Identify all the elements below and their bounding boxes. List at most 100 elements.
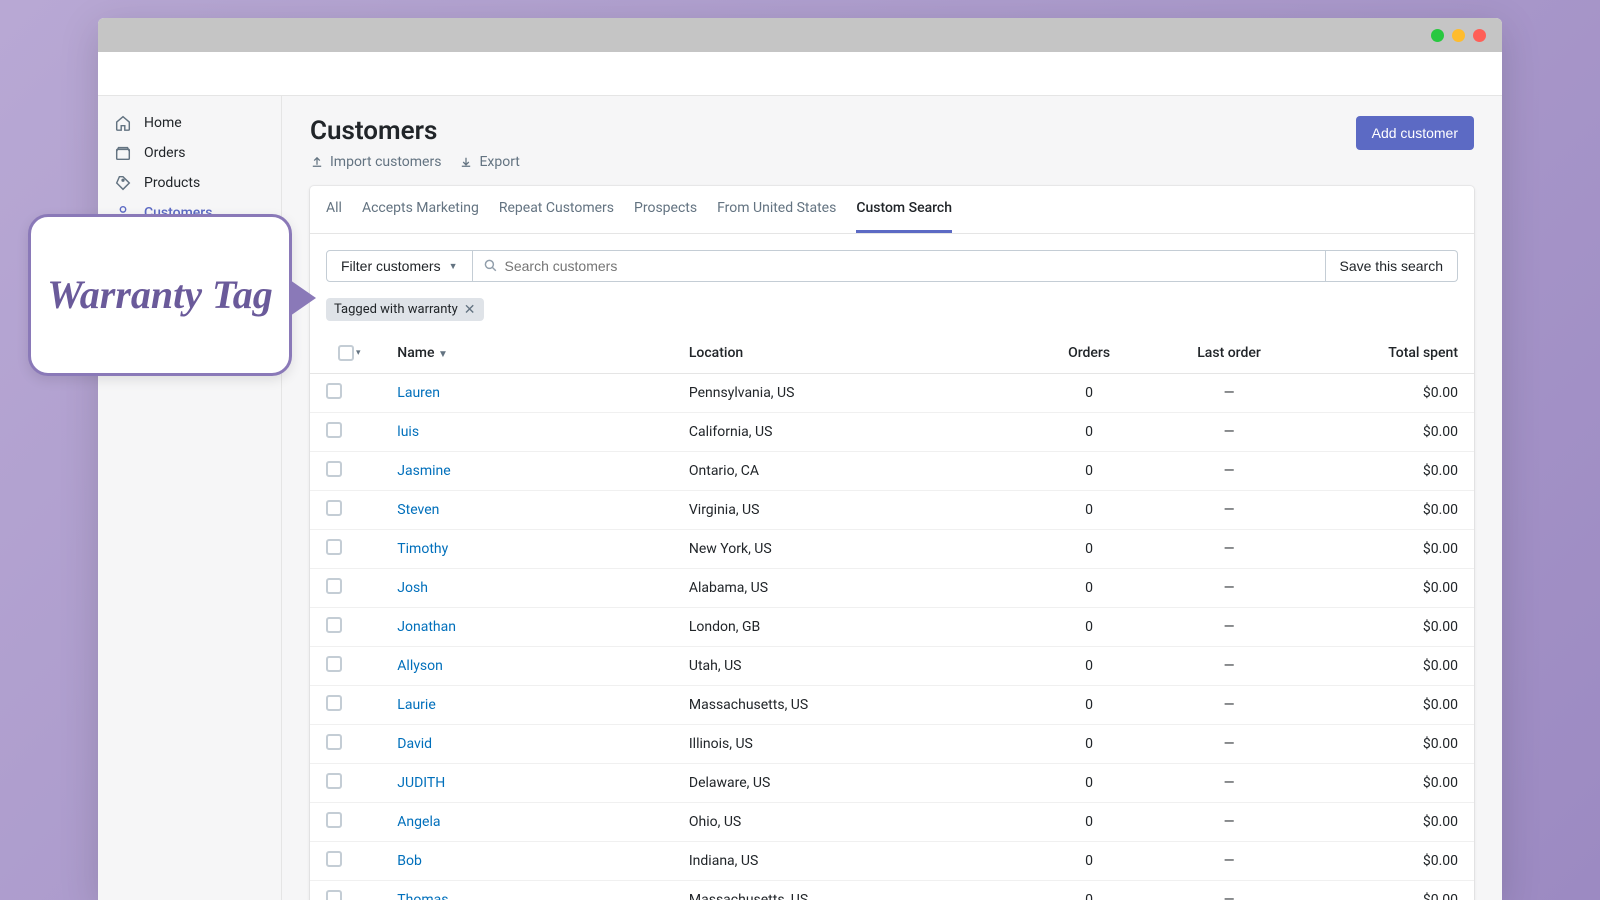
filter-customers-button[interactable]: Filter customers ▼ [326, 250, 473, 282]
cell-orders: 0 [1031, 491, 1148, 530]
cell-last-order: — [1147, 803, 1310, 842]
window-minimize-dot[interactable] [1431, 29, 1444, 42]
table-row: LaurieMassachusetts, US0—$0.00 [310, 686, 1474, 725]
row-checkbox[interactable] [326, 656, 342, 672]
customer-link[interactable]: Steven [397, 502, 439, 518]
tab-from-us[interactable]: From United States [717, 186, 836, 233]
column-total-spent[interactable]: Total spent [1311, 333, 1474, 374]
cell-total-spent: $0.00 [1311, 881, 1474, 900]
cell-last-order: — [1147, 569, 1310, 608]
cell-orders: 0 [1031, 803, 1148, 842]
cell-location: Ohio, US [681, 803, 1031, 842]
cell-total-spent: $0.00 [1311, 452, 1474, 491]
row-checkbox[interactable] [326, 539, 342, 555]
cell-location: Alabama, US [681, 569, 1031, 608]
table-row: AllysonUtah, US0—$0.00 [310, 647, 1474, 686]
cell-name: Allyson [389, 647, 681, 686]
import-customers-button[interactable]: Import customers [310, 154, 441, 170]
row-checkbox[interactable] [326, 890, 342, 900]
row-checkbox[interactable] [326, 851, 342, 867]
customer-link[interactable]: Timothy [397, 541, 448, 557]
cell-last-order: — [1147, 413, 1310, 452]
cell-location: Utah, US [681, 647, 1031, 686]
select-all-checkbox[interactable] [338, 345, 354, 361]
cell-last-order: — [1147, 452, 1310, 491]
window-maximize-dot[interactable] [1452, 29, 1465, 42]
customer-link[interactable]: Lauren [397, 385, 440, 401]
row-checkbox[interactable] [326, 734, 342, 750]
cell-last-order: — [1147, 764, 1310, 803]
tab-repeat-customers[interactable]: Repeat Customers [499, 186, 614, 233]
cell-total-spent: $0.00 [1311, 530, 1474, 569]
column-orders[interactable]: Orders [1031, 333, 1148, 374]
customer-link[interactable]: JUDITH [397, 775, 445, 791]
tab-all[interactable]: All [326, 186, 342, 233]
table-row: AngelaOhio, US0—$0.00 [310, 803, 1474, 842]
search-icon [483, 258, 499, 274]
cell-total-spent: $0.00 [1311, 647, 1474, 686]
customer-link[interactable]: David [397, 736, 432, 752]
cell-orders: 0 [1031, 374, 1148, 413]
customer-link[interactable]: Laurie [397, 697, 435, 713]
row-checkbox[interactable] [326, 578, 342, 594]
cell-orders: 0 [1031, 764, 1148, 803]
cell-orders: 0 [1031, 413, 1148, 452]
tab-prospects[interactable]: Prospects [634, 186, 697, 233]
column-name[interactable]: Name ▼ [389, 333, 681, 374]
caret-down-icon[interactable]: ▾ [356, 348, 361, 358]
sidebar-item-products[interactable]: Products [98, 168, 281, 198]
table-row: ThomasMassachusetts, US0—$0.00 [310, 881, 1474, 900]
row-checkbox[interactable] [326, 617, 342, 633]
row-checkbox[interactable] [326, 812, 342, 828]
sidebar-item-orders[interactable]: Orders [98, 138, 281, 168]
cell-last-order: — [1147, 842, 1310, 881]
cell-last-order: — [1147, 374, 1310, 413]
table-row: DavidIllinois, US0—$0.00 [310, 725, 1474, 764]
customer-link[interactable]: Thomas [397, 892, 448, 900]
window-titlebar [98, 18, 1502, 52]
row-checkbox[interactable] [326, 500, 342, 516]
customer-link[interactable]: Jonathan [397, 619, 456, 635]
search-input[interactable] [499, 251, 1315, 281]
customers-table: ▾ Name ▼ Location Orders Last order Tota… [310, 333, 1474, 900]
row-checkbox[interactable] [326, 383, 342, 399]
cell-name: Josh [389, 569, 681, 608]
main-content: Customers Import customers Export Add cu… [282, 96, 1502, 900]
sidebar-item-home[interactable]: Home [98, 108, 281, 138]
cell-location: California, US [681, 413, 1031, 452]
save-search-button[interactable]: Save this search [1326, 250, 1459, 282]
export-button[interactable]: Export [459, 154, 519, 170]
cell-total-spent: $0.00 [1311, 842, 1474, 881]
cell-total-spent: $0.00 [1311, 413, 1474, 452]
customer-link[interactable]: Allyson [397, 658, 443, 674]
customer-link[interactable]: Josh [397, 580, 428, 596]
column-location[interactable]: Location [681, 333, 1031, 374]
cell-name: Thomas [389, 881, 681, 900]
cell-last-order: — [1147, 530, 1310, 569]
row-checkbox[interactable] [326, 695, 342, 711]
customer-link[interactable]: Bob [397, 853, 422, 869]
row-checkbox[interactable] [326, 773, 342, 789]
table-row: JoshAlabama, US0—$0.00 [310, 569, 1474, 608]
row-checkbox[interactable] [326, 461, 342, 477]
filter-chip-warranty: Tagged with warranty ✕ [326, 298, 484, 321]
table-row: LaurenPennsylvania, US0—$0.00 [310, 374, 1474, 413]
row-checkbox[interactable] [326, 422, 342, 438]
table-row: BobIndiana, US0—$0.00 [310, 842, 1474, 881]
top-bar [98, 52, 1502, 96]
download-icon [459, 155, 473, 169]
app-window: Home Orders Products Customers Analytics… [98, 18, 1502, 900]
cell-last-order: — [1147, 608, 1310, 647]
cell-name: Lauren [389, 374, 681, 413]
tab-custom-search[interactable]: Custom Search [856, 186, 952, 233]
customer-link[interactable]: Jasmine [397, 463, 450, 479]
customer-link[interactable]: Angela [397, 814, 440, 830]
sidebar-item-label: Orders [144, 145, 186, 161]
close-icon[interactable]: ✕ [464, 303, 476, 317]
window-close-dot[interactable] [1473, 29, 1486, 42]
tab-accepts-marketing[interactable]: Accepts Marketing [362, 186, 479, 233]
column-last-order[interactable]: Last order [1147, 333, 1310, 374]
add-customer-button[interactable]: Add customer [1356, 116, 1474, 150]
customer-link[interactable]: luis [397, 424, 419, 440]
sort-caret-icon: ▼ [438, 349, 448, 360]
